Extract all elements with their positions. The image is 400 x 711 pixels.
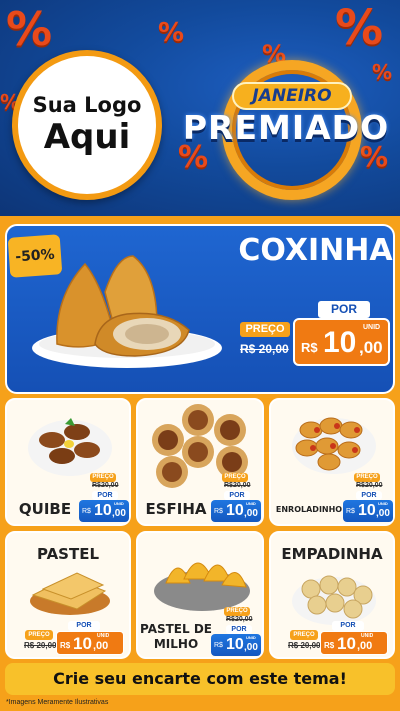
- preco-label: PREÇO: [290, 630, 318, 640]
- price-integer: 10: [94, 502, 112, 519]
- unit-label: UNID: [114, 501, 124, 506]
- logo-text-line2: Aqui: [43, 117, 131, 157]
- por-label: POR: [224, 491, 250, 500]
- old-price: R$20,00: [224, 482, 251, 489]
- product-name: PASTEL: [36, 545, 100, 563]
- preco-label: PREÇO: [222, 473, 248, 482]
- currency: R$: [324, 641, 335, 650]
- unit-label: UNID: [246, 501, 256, 506]
- price-box: R$ 10 ,00 UNID: [343, 500, 393, 522]
- featured-product-name: COXINHA: [238, 233, 393, 268]
- price-decimal: ,00: [359, 338, 383, 357]
- product-name: QUIBE: [18, 500, 72, 518]
- quibe-image: [28, 418, 112, 476]
- cta-banner[interactable]: Crie seu encarte com este tema!: [5, 663, 395, 695]
- preco-label: PREÇO: [25, 630, 53, 640]
- old-price: R$ 20,00: [288, 641, 321, 650]
- price-integer: 10: [73, 634, 92, 653]
- currency: R$: [346, 508, 355, 515]
- por-label: POR: [318, 301, 370, 318]
- percent-decoration: %: [158, 18, 185, 48]
- price-integer: 10: [337, 634, 356, 653]
- price-decimal: ,00: [376, 508, 390, 519]
- old-price: R$ 20,00: [24, 641, 57, 650]
- preco-label: PREÇO: [224, 607, 250, 616]
- disclaimer-text: *Imagens Meramente Ilustrativas: [6, 699, 109, 706]
- price-integer: 10: [323, 326, 357, 359]
- price-box: R$ 10 ,00 UNID: [211, 634, 261, 656]
- unit-label: UNID: [363, 324, 381, 331]
- preco-label: PREÇO: [240, 322, 290, 337]
- percent-decoration: %: [6, 2, 53, 56]
- por-label: POR: [226, 625, 252, 634]
- enroladinho-image: [292, 417, 376, 474]
- old-price: R$20,00: [92, 482, 119, 489]
- currency: R$: [214, 508, 223, 515]
- percent-decoration: %: [335, 0, 384, 56]
- por-label: POR: [332, 621, 364, 631]
- por-label: POR: [68, 621, 100, 631]
- price-decimal: ,00: [357, 640, 373, 652]
- unit-label: UNID: [246, 635, 256, 640]
- price-box: R$ 10 ,00 UNID: [293, 318, 390, 366]
- price-integer: 10: [226, 502, 244, 519]
- por-label: POR: [356, 491, 382, 500]
- price-box: R$ 10 ,00 UNID: [56, 631, 124, 655]
- product-name-line1: PASTEL DE: [140, 622, 212, 636]
- old-price: R$20,00: [226, 616, 253, 623]
- logo-text-line1: Sua Logo: [32, 93, 142, 117]
- percent-decoration: %: [372, 60, 393, 84]
- product-name: EMPADINHA: [281, 545, 383, 563]
- price-box: R$ 10 ,00 UNID: [79, 500, 129, 522]
- currency: R$: [60, 641, 71, 650]
- logo-placeholder: Sua Logo Aqui: [12, 50, 162, 200]
- unit-label: UNID: [361, 633, 374, 639]
- old-price: R$ 20,00: [240, 342, 289, 356]
- product-name-line2: MILHO: [153, 637, 199, 651]
- price-box: R$ 10 ,00 UNID: [320, 631, 388, 655]
- por-label: POR: [92, 491, 118, 500]
- preco-label: PREÇO: [90, 473, 116, 482]
- price-box: R$ 10 ,00 UNID: [211, 500, 261, 522]
- old-price: R$20,00: [356, 482, 383, 489]
- preco-label: PREÇO: [354, 473, 380, 482]
- price-decimal: ,00: [112, 508, 126, 519]
- price-integer: 10: [358, 502, 376, 519]
- currency: R$: [214, 642, 223, 649]
- unit-label: UNID: [378, 501, 388, 506]
- unit-label: UNID: [97, 633, 110, 639]
- discount-badge: -50%: [7, 234, 63, 278]
- price-integer: 10: [226, 636, 244, 653]
- price-decimal: ,00: [93, 640, 109, 652]
- premiado-title: PREMIADO: [182, 108, 390, 147]
- currency: R$: [301, 340, 318, 355]
- price-decimal: ,00: [244, 508, 258, 519]
- product-name: ESFIHA: [145, 500, 207, 518]
- product-name: ENROLADINHO: [275, 505, 343, 514]
- price-decimal: ,00: [244, 642, 258, 653]
- currency: R$: [82, 508, 91, 515]
